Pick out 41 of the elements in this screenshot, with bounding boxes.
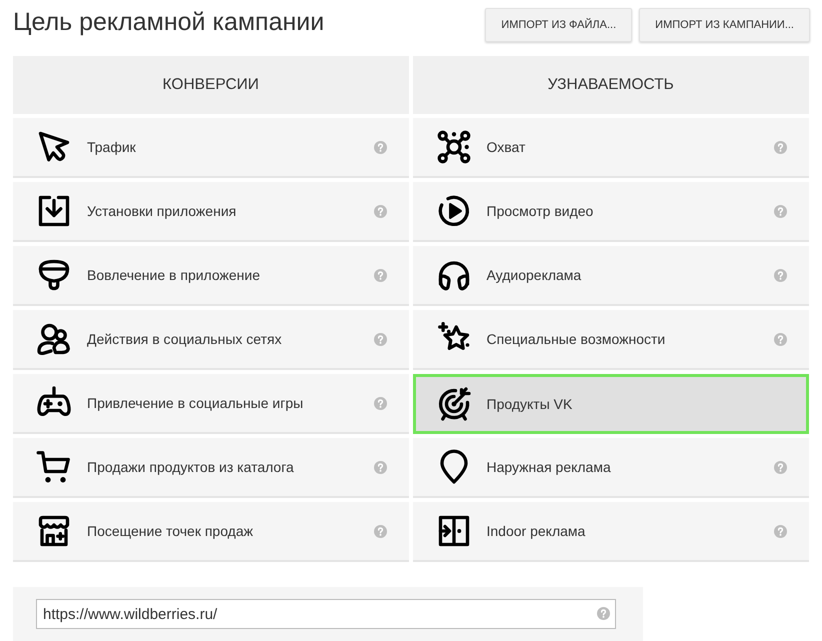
network-icon: [436, 129, 472, 165]
help-icon[interactable]: [774, 460, 787, 474]
help-icon[interactable]: [374, 332, 386, 346]
import-button[interactable]: ИМПОРТ ИЗ КАМПАНИИ...: [639, 8, 810, 42]
play-icon: [436, 193, 472, 229]
objective-option[interactable]: Специальные возможности: [412, 310, 809, 370]
download-icon: [36, 193, 72, 229]
help-icon[interactable]: [374, 396, 386, 410]
help-icon[interactable]: [774, 332, 787, 346]
help-icon[interactable]: [374, 460, 386, 474]
objective-option[interactable]: Аудиореклама: [412, 246, 809, 306]
column-header: УЗНАВАЕМОСТЬ: [412, 56, 809, 114]
help-icon[interactable]: [374, 524, 386, 538]
bowl-icon: [36, 257, 72, 293]
store-icon: [36, 513, 72, 549]
objective-option[interactable]: Привлечение в социальные игры: [13, 374, 408, 434]
column-header: КОНВЕРСИИ: [13, 56, 408, 114]
objective-option[interactable]: Indoor реклама: [412, 502, 809, 562]
objective-option[interactable]: Посещение точек продаж: [13, 502, 408, 562]
people-icon: [36, 321, 72, 357]
objective-option[interactable]: Вовлечение в приложение: [13, 246, 408, 306]
help-icon[interactable]: [374, 140, 386, 154]
objective-option[interactable]: Охват: [412, 118, 809, 178]
help-icon[interactable]: [774, 140, 787, 154]
cart-icon: [36, 449, 72, 485]
objective-option[interactable]: Продажи продуктов из каталога: [13, 438, 408, 498]
help-icon[interactable]: [374, 204, 386, 218]
help-icon[interactable]: [774, 268, 787, 282]
import-button[interactable]: ИМПОРТ ИЗ ФАЙЛА...: [485, 8, 632, 42]
objective-option[interactable]: Просмотр видео: [412, 182, 809, 242]
help-icon[interactable]: [774, 204, 787, 218]
objective-option[interactable]: Трафик: [13, 118, 408, 178]
objective-option[interactable]: Действия в социальных сетях: [13, 310, 408, 370]
help-icon[interactable]: [597, 607, 610, 620]
objective-option[interactable]: Установки приложения: [13, 182, 408, 242]
help-icon[interactable]: [374, 268, 386, 282]
objective-option[interactable]: Продукты VK: [412, 374, 809, 434]
page-title: Цель рекламной кампании: [13, 7, 324, 37]
help-icon[interactable]: [774, 524, 787, 538]
objective-option[interactable]: Наружная реклама: [412, 438, 809, 498]
url-field[interactable]: https://www.wildberries.ru/: [36, 599, 616, 629]
